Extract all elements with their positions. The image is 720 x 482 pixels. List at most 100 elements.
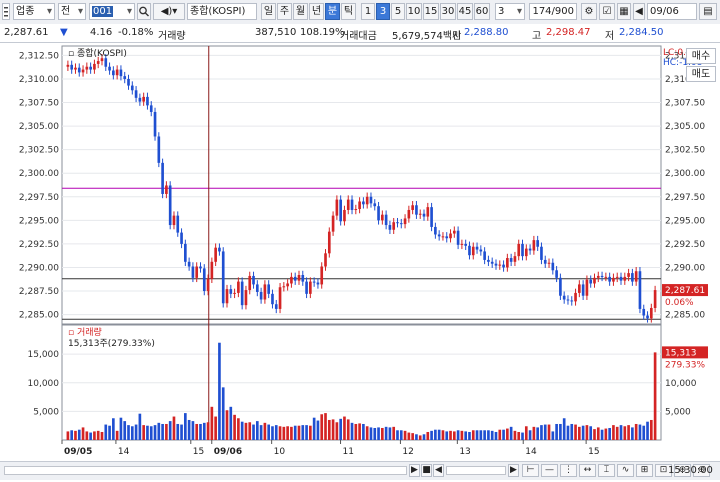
- low-label: 저: [605, 31, 615, 42]
- volume-bar: [229, 406, 233, 440]
- volume-bar: [263, 422, 267, 440]
- volume-bar: [259, 425, 263, 440]
- candle-body: [479, 249, 483, 252]
- scroll-right-button[interactable]: ▶: [508, 464, 519, 477]
- candle-body: [517, 243, 521, 257]
- candle-body: [422, 213, 426, 217]
- candle-body: [199, 266, 202, 269]
- candle-body: [369, 196, 373, 204]
- chevron-down-icon: ▾: [126, 6, 132, 17]
- drawing-tool-icon[interactable]: ↔: [579, 464, 596, 477]
- volume-bar: [430, 430, 433, 440]
- interval-button[interactable]: 45: [457, 3, 473, 20]
- scroll-track[interactable]: [4, 466, 407, 475]
- interval-button[interactable]: 3: [376, 3, 390, 20]
- speaker-button[interactable]: ◀)▾: [153, 3, 185, 20]
- volume-bar: [339, 418, 342, 440]
- period-tab[interactable]: 분: [325, 3, 340, 20]
- volume-bar: [631, 427, 634, 440]
- candle-body: [206, 278, 210, 292]
- period-tab[interactable]: 년: [309, 3, 324, 20]
- candle-body: [255, 284, 259, 292]
- candle-body: [521, 243, 524, 257]
- volume-bar: [146, 425, 149, 440]
- prev-button[interactable]: ◀: [633, 3, 645, 20]
- volume-bar: [479, 430, 483, 440]
- volume-bar: [149, 426, 153, 440]
- buy-button[interactable]: 매수: [686, 48, 716, 64]
- interval-button[interactable]: 1: [361, 3, 375, 20]
- interval-button[interactable]: 30: [440, 3, 456, 20]
- volume-bar: [434, 429, 437, 440]
- candle-body: [324, 253, 327, 267]
- candle-body: [574, 292, 577, 302]
- market-mode-select[interactable]: 전 ▾: [58, 3, 86, 20]
- volume-bar: [85, 431, 89, 440]
- volume-ratio: 108.19%: [300, 27, 345, 38]
- search-button[interactable]: [137, 3, 151, 20]
- volume-bar: [551, 431, 555, 440]
- volume-bar: [384, 426, 388, 440]
- drawing-tool-icon[interactable]: ∿: [617, 464, 634, 477]
- interval-select[interactable]: 3 ▾: [495, 3, 525, 20]
- period-tab[interactable]: 일: [261, 3, 276, 20]
- candle-body: [623, 276, 627, 281]
- volume-bar: [119, 417, 123, 440]
- volume-bar: [343, 416, 346, 440]
- chart-area[interactable]: 2,312.502,312.502,310.002,310.002,307.50…: [0, 42, 720, 479]
- volume-bar: [214, 416, 217, 440]
- volume-label: 거래량: [158, 31, 186, 42]
- scroll-left-button[interactable]: ◀: [433, 464, 444, 477]
- volume-bar: [112, 418, 115, 440]
- interval-button[interactable]: 60: [474, 3, 490, 20]
- code-input[interactable]: 001 ▾: [89, 3, 135, 20]
- amount-label: 거래대금: [340, 31, 377, 42]
- drawing-tool-icon[interactable]: ⋮: [560, 464, 577, 477]
- volume-bar: [540, 425, 543, 440]
- period-tab[interactable]: 월: [293, 3, 308, 20]
- chevron-right-icon: ▶: [510, 465, 517, 475]
- settings-button[interactable]: ⚙: [581, 3, 597, 20]
- date-input[interactable]: 09/06: [647, 3, 697, 20]
- drawing-tool-icon[interactable]: ⊞: [636, 464, 653, 477]
- interval-button[interactable]: 15: [423, 3, 439, 20]
- drawing-tool-icon[interactable]: ⌶: [598, 464, 615, 477]
- candle-body: [320, 266, 324, 285]
- interval-button[interactable]: 10: [406, 3, 422, 20]
- market-select[interactable]: 업종 ▾: [13, 3, 55, 20]
- candle-body: [214, 247, 217, 262]
- candle-body: [271, 293, 274, 305]
- price-volume-chart[interactable]: 2,312.502,312.502,310.002,310.002,307.50…: [0, 42, 720, 479]
- interval-button[interactable]: 5: [391, 3, 405, 20]
- candle-body: [627, 273, 630, 277]
- volume-bar: [498, 429, 502, 440]
- play-button[interactable]: ▶: [409, 464, 420, 477]
- x-tick-label: 15: [193, 447, 204, 457]
- candle-body: [475, 246, 479, 250]
- zoom-slider[interactable]: [446, 466, 506, 475]
- volume-bar: [460, 430, 464, 440]
- code-input-value: 001: [92, 6, 114, 17]
- checkbox-button[interactable]: ☑: [599, 3, 615, 20]
- volume-bar: [604, 428, 608, 440]
- candle-body: [460, 243, 464, 245]
- period-tab[interactable]: 주: [277, 3, 292, 20]
- candle-body: [233, 292, 236, 294]
- candle-body: [146, 96, 149, 106]
- candle-body: [343, 209, 346, 222]
- chart-menu-icon[interactable]: [2, 3, 10, 20]
- grid-button[interactable]: ▦: [617, 3, 631, 20]
- candle-body: [377, 206, 380, 221]
- sell-button[interactable]: 매도: [686, 66, 716, 82]
- period-tab[interactable]: 틱: [341, 3, 356, 20]
- candle-body: [85, 66, 89, 70]
- x-tick-label: 12: [402, 447, 413, 457]
- volume-bar: [581, 425, 585, 440]
- drawing-tool-icon[interactable]: ⊢: [522, 464, 539, 477]
- volume-bar: [388, 427, 392, 440]
- candle-body: [180, 232, 183, 244]
- volume-bar: [490, 430, 494, 440]
- calendar-button[interactable]: ▤: [699, 3, 717, 20]
- drawing-tool-icon[interactable]: —: [541, 464, 558, 477]
- stop-button[interactable]: ■: [421, 464, 432, 477]
